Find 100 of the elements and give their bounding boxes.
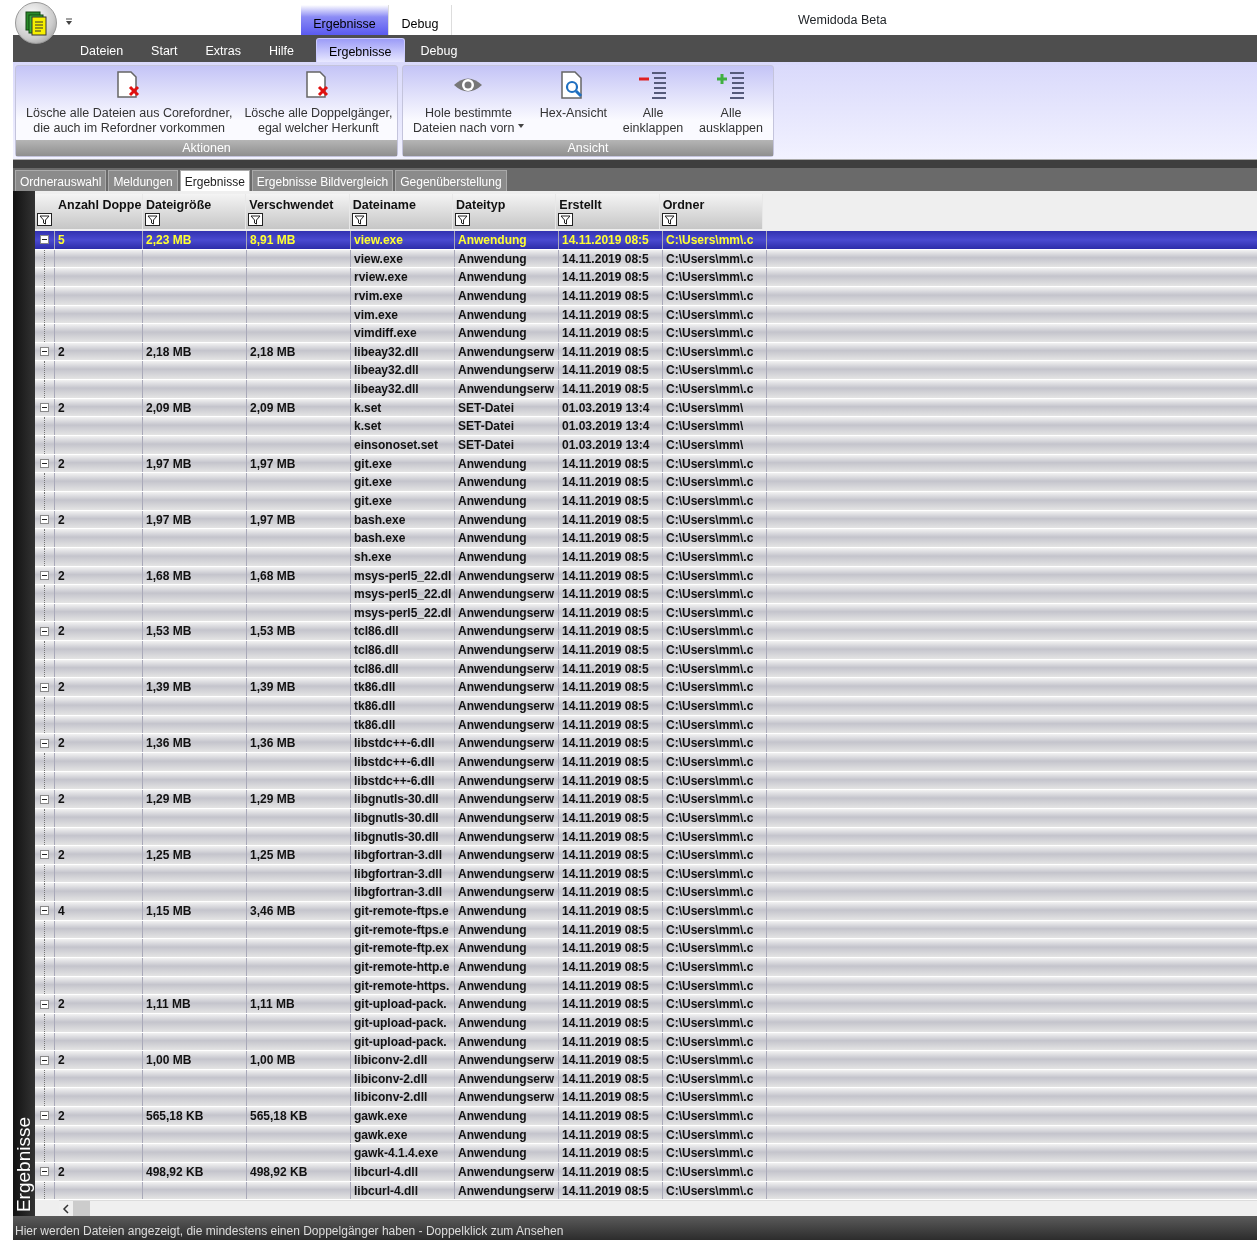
table-cell: 14.11.2019 08:5 — [559, 790, 663, 808]
table-row[interactable]: rview.exe Anwendung 14.11.2019 08:5 C:\Users\mm\.c — [35, 268, 1257, 287]
table-row[interactable]: einsonoset.set SET-Datei 01.03.2019 13:4 C:\Users\mm\ — [35, 436, 1257, 455]
table-row[interactable]: 2 1,29 MB 1,29 MB libgnutls-30.dll Anwendungserw 14.11.2019 08:5 C:\Users\mm\.c — [35, 790, 1257, 809]
context-tab[interactable]: Ergebnisse — [301, 5, 388, 35]
collapse-icon[interactable] — [40, 794, 49, 804]
table-cell: 2 — [55, 678, 143, 696]
table-row[interactable]: 2 1,25 MB 1,25 MB libgfortran-3.dll Anwendungserw 14.11.2019 08:5 C:\Users\mm\.c — [35, 846, 1257, 865]
horizontal-scrollbar[interactable] — [59, 1200, 1257, 1216]
table-row[interactable]: 2 1,39 MB 1,39 MB tk86.dll Anwendungserw 14.11.2019 08:5 C:\Users\mm\.c — [35, 678, 1257, 697]
app-menu-button[interactable] — [15, 2, 57, 44]
table-cell: libgfortran-3.dll — [351, 846, 455, 864]
ribbon-tab[interactable]: Extras — [193, 38, 253, 62]
table-cell: git-remote-ftps.e — [351, 920, 455, 939]
table-cell: 1,36 MB — [143, 734, 247, 752]
collapse-icon[interactable] — [40, 1055, 49, 1065]
column-header[interactable]: Dateityp — [456, 196, 553, 215]
table-cell: rvim.exe — [351, 286, 455, 305]
group-caption: Ansicht — [403, 140, 773, 156]
table-row[interactable]: msys-perl5_22.dl Anwendungserw 14.11.2019 08:5 C:\Users\mm\.c — [35, 585, 1257, 604]
filter-icon[interactable] — [351, 213, 367, 226]
collapse-icon[interactable] — [40, 906, 49, 916]
collapse-icon[interactable] — [40, 850, 49, 860]
collapse-icon[interactable] — [40, 1167, 49, 1177]
filter-icon[interactable] — [455, 213, 470, 226]
table-cell: Anwendungserw — [455, 734, 559, 752]
table-cell: C:\Users\mm\.c — [663, 883, 767, 902]
filter-icon[interactable] — [145, 213, 160, 226]
table-cell: 1,15 MB — [143, 902, 247, 920]
ribbon-tab[interactable]: Debug — [408, 38, 470, 62]
table-row[interactable]: libiconv-2.dll Anwendungserw 14.11.2019 08:5 C:\Users\mm\.c — [35, 1088, 1257, 1108]
ribbon-tab[interactable]: Ergebnisse — [315, 38, 405, 62]
ribbon-button[interactable]: Alle einklappen — [618, 70, 688, 140]
ribbon-tab[interactable]: Hilfe — [256, 38, 306, 62]
context-tab[interactable]: Debug — [388, 5, 452, 35]
table-row[interactable]: 2 1,00 MB 1,00 MB libiconv-2.dll Anwendungserw 14.11.2019 08:5 C:\Users\mm\.c — [35, 1051, 1257, 1070]
table-cell: libeay32.dll — [351, 361, 455, 380]
table-cell: 2,09 MB — [143, 398, 247, 417]
collapse-icon[interactable] — [40, 235, 49, 245]
table-row[interactable]: 5 2,23 MB 8,91 MB view.exe Anwendung 14.11.2019 08:5 C:\Users\mm\.c — [35, 231, 1257, 250]
table-cell: C:\Users\mm\.c — [663, 380, 767, 398]
table-row[interactable]: tcl86.dll Anwendungserw 14.11.2019 08:5 C:\Users\mm\.c — [35, 641, 1257, 660]
scrollbar-thumb[interactable] — [73, 1201, 90, 1216]
table-row[interactable]: k.set SET-Datei 01.03.2019 13:4 C:\Users\mm\ — [35, 417, 1257, 437]
table-row[interactable]: libeay32.dll Anwendungserw 14.11.2019 08:5 C:\Users\mm\.c — [35, 380, 1257, 399]
table-row[interactable]: bash.exe Anwendung 14.11.2019 08:5 C:\Users\mm\.c — [35, 529, 1257, 548]
table-row[interactable]: tk86.dll Anwendungserw 14.11.2019 08:5 C:\Users\mm\.c — [35, 697, 1257, 716]
document-tab[interactable]: Ergebnisse — [179, 170, 250, 191]
table-cell: Anwendung — [455, 491, 559, 510]
ribbon-tab[interactable]: Start — [139, 38, 190, 62]
ribbon-tab[interactable]: Dateien — [68, 38, 136, 62]
collapse-icon[interactable] — [40, 514, 49, 524]
table-row[interactable]: gawk-4.1.4.exe Anwendung 14.11.2019 08:5 C:\Users\mm\.c — [35, 1144, 1257, 1164]
table-row[interactable]: git-remote-ftp.ex Anwendung 14.11.2019 08:5 C:\Users\mm\.c — [35, 939, 1257, 958]
column-header[interactable]: Erstellt — [559, 196, 656, 215]
collapse-icon[interactable] — [40, 999, 49, 1009]
column-header[interactable]: Verschwendet — [249, 196, 346, 215]
table-row[interactable]: git.exe Anwendung 14.11.2019 08:5 C:\Users\mm\.c — [35, 473, 1257, 492]
collapse-icon[interactable] — [40, 570, 49, 580]
ribbon-button[interactable]: Lösche alle Dateien aus Corefordner, die auch im Refordner vorkommen — [22, 70, 237, 140]
table-cell: 565,18 KB — [247, 1107, 351, 1125]
column-header[interactable]: Anzahl Doppe — [58, 196, 139, 215]
table-cell: 14.11.2019 08:5 — [559, 491, 663, 510]
column-header[interactable]: Dateiname — [352, 196, 449, 215]
filter-icon[interactable] — [37, 213, 52, 226]
table-row[interactable]: 2 1,11 MB 1,11 MB git-upload-pack. Anwendung 14.11.2019 08:5 C:\Users\mm\.c — [35, 995, 1257, 1014]
table-cell: 5 — [55, 231, 143, 249]
ribbon-button[interactable]: Lösche alle Doppelgänger, egal welcher Herkunft — [240, 70, 397, 140]
table-row[interactable]: 4 1,15 MB 3,46 MB git-remote-ftps.e Anwendung 14.11.2019 08:5 C:\Users\mm\.c — [35, 902, 1257, 921]
table-cell: 14.11.2019 08:5 — [559, 1181, 663, 1200]
ribbon-button[interactable]: Alle ausklappen — [695, 70, 767, 140]
table-cell: Anwendung — [455, 286, 559, 305]
table-row[interactable]: 2 498,92 KB 498,92 KB libcurl-4.dll Anwendungserw 14.11.2019 08:5 C:\Users\mm\.c — [35, 1163, 1257, 1182]
table-row[interactable]: 2 1,53 MB 1,53 MB tcl86.dll Anwendungserw 14.11.2019 08:5 C:\Users\mm\.c — [35, 622, 1257, 642]
table-cell: C:\Users\mm\.c — [663, 1088, 767, 1107]
table-cell: 1,68 MB — [143, 566, 247, 585]
filter-icon[interactable] — [558, 213, 574, 226]
collapse-icon[interactable] — [40, 682, 49, 692]
table-cell: libgnutls-30.dll — [351, 808, 455, 827]
table-cell: 14.11.2019 08:5 — [559, 1125, 663, 1144]
table-cell: C:\Users\mm\.c — [663, 995, 767, 1013]
table-row[interactable]: 2 565,18 KB 565,18 KB gawk.exe Anwendung 14.11.2019 08:5 C:\Users\mm\.c — [35, 1107, 1257, 1126]
collapse-icon[interactable] — [40, 1111, 49, 1121]
collapse-icon[interactable] — [40, 347, 49, 357]
ribbon-button[interactable]: Hex-Ansicht — [535, 70, 612, 140]
table-row[interactable]: 2 1,36 MB 1,36 MB libstdc++-6.dll Anwendungserw 14.11.2019 08:5 C:\Users\mm\.c — [35, 734, 1257, 753]
collapse-icon[interactable] — [40, 738, 49, 748]
column-header[interactable]: Ordner — [662, 196, 759, 215]
collapse-icon[interactable] — [40, 403, 49, 413]
table-row[interactable]: libgfortran-3.dll Anwendungserw 14.11.2019 08:5 C:\Users\mm\.c — [35, 883, 1257, 903]
ribbon-button[interactable]: Hole bestimmte Dateien nach vorn — [409, 70, 528, 140]
table-row[interactable]: vimdiff.exe Anwendung 14.11.2019 08:5 C:\Users\mm\.c — [35, 324, 1257, 343]
filter-icon[interactable] — [661, 213, 677, 226]
table-cell: 1,39 MB — [143, 678, 247, 696]
collapse-icon[interactable] — [40, 626, 49, 636]
column-header[interactable]: Dateigröße — [146, 196, 243, 215]
collapse-icon[interactable] — [40, 459, 49, 468]
table-row[interactable]: libeay32.dll Anwendungserw 14.11.2019 08:5 C:\Users\mm\.c — [35, 361, 1257, 381]
table-cell: 14.11.2019 08:5 — [559, 1163, 663, 1181]
filter-icon[interactable] — [248, 213, 264, 226]
